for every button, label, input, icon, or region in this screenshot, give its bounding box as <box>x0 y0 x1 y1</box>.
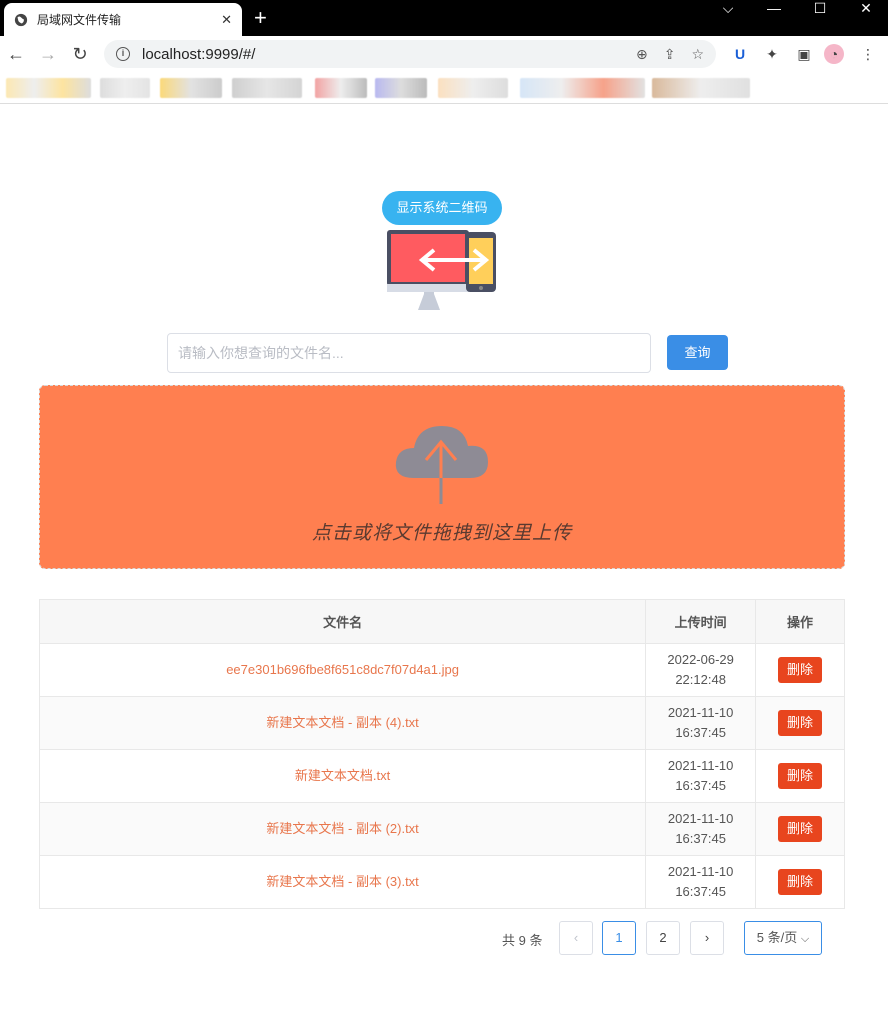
file-name-link[interactable]: ee7e301b696fbe8f651c8dc7f07d4a1.jpg <box>226 662 459 677</box>
password-manager-icon[interactable]: U <box>730 44 750 64</box>
bookmark-item[interactable] <box>160 78 222 98</box>
file-table: 文件名 上传时间 操作 ee7e301b696fbe8f651c8dc7f07d… <box>38 599 845 909</box>
minimize-icon[interactable]: — <box>754 0 794 16</box>
table-row: 新建文本文档 - 副本 (2).txt 2021-11-10 16:37:45 删… <box>38 802 845 856</box>
header-actions: 操作 <box>755 599 845 644</box>
total-count: 共 9 条 <box>502 933 543 948</box>
page-size-label: 5 条/页 <box>756 930 798 945</box>
prev-page-button[interactable]: ‹ <box>559 921 593 955</box>
side-panel-icon[interactable]: ▣ <box>794 44 814 64</box>
file-name-link[interactable]: 新建文本文档 - 副本 (4).txt <box>266 715 418 730</box>
tab-close-icon[interactable]: ✕ <box>221 12 232 28</box>
upload-time-cell: 2021-11-10 16:37:45 <box>645 802 757 856</box>
file-name-link[interactable]: 新建文本文档 - 副本 (3).txt <box>266 874 418 889</box>
site-info-icon[interactable]: i <box>116 47 130 61</box>
tab-search-icon[interactable]: ⌵ <box>708 0 748 16</box>
page-1-button[interactable]: 1 <box>602 921 636 955</box>
browser-tab[interactable]: 局域网文件传输 ✕ <box>4 3 242 36</box>
pagination: 共 9 条 ‹ 1 2 › 5 条/页 ⌵ <box>0 921 888 957</box>
profile-avatar[interactable]: ◔ <box>824 44 844 64</box>
window-close-icon[interactable]: ✕ <box>846 0 886 16</box>
upload-time-cell: 2021-11-10 16:37:45 <box>645 749 757 803</box>
header-filename[interactable]: 文件名 <box>38 599 647 644</box>
table-row: 新建文本文档 - 副本 (4).txt 2021-11-10 16:37:45 删… <box>38 696 845 750</box>
bookmark-item[interactable] <box>652 78 750 98</box>
page-size-select[interactable]: 5 条/页 ⌵ <box>744 921 822 955</box>
file-name-link[interactable]: 新建文本文档 - 副本 (2).txt <box>266 821 418 836</box>
file-name-link[interactable]: 新建文本文档.txt <box>295 768 390 783</box>
bookmark-item[interactable] <box>100 78 150 98</box>
back-icon[interactable]: ← <box>4 42 28 66</box>
delete-button[interactable]: 删除 <box>778 763 823 789</box>
table-row: 新建文本文档.txt 2021-11-10 16:37:45 删除 <box>38 749 845 803</box>
menu-icon[interactable]: ⋮ <box>858 44 878 64</box>
next-page-button[interactable]: › <box>690 921 724 955</box>
header-upload-time[interactable]: 上传时间 <box>645 599 757 644</box>
bookmark-item[interactable] <box>315 78 367 98</box>
table-row: ee7e301b696fbe8f651c8dc7f07d4a1.jpg 2022… <box>38 643 845 697</box>
browser-titlebar: 局域网文件传输 ✕ + ⌵ — ☐ ✕ <box>0 0 888 36</box>
file-transfer-logo <box>387 230 496 310</box>
bookmark-item[interactable] <box>6 78 91 98</box>
bookmark-item[interactable] <box>438 78 508 98</box>
zoom-icon[interactable]: ⊕ <box>636 46 648 63</box>
delete-button[interactable]: 删除 <box>778 816 823 842</box>
show-qr-code-button[interactable]: 显示系统二维码 <box>382 191 502 225</box>
upload-time-cell: 2021-11-10 16:37:45 <box>645 855 757 909</box>
bookmarks-bar <box>0 72 888 104</box>
chevron-down-icon: ⌵ <box>800 933 810 945</box>
new-tab-icon[interactable]: + <box>254 6 267 30</box>
search-input[interactable] <box>167 333 651 373</box>
address-bar[interactable]: i localhost:9999/#/ ⊕ ⇪ ☆ <box>104 40 716 68</box>
bookmark-item[interactable] <box>375 78 427 98</box>
delete-button[interactable]: 删除 <box>778 869 823 895</box>
upload-time-cell: 2022-06-29 22:12:48 <box>645 643 757 697</box>
reload-icon[interactable]: ↻ <box>68 42 92 66</box>
share-icon[interactable]: ⇪ <box>664 46 676 63</box>
query-button[interactable]: 查询 <box>667 335 728 370</box>
upload-hint-text: 点击或将文件拖拽到这里上传 <box>311 523 572 544</box>
browser-toolbar: ← → ↻ i localhost:9999/#/ ⊕ ⇪ ☆ U ✦ ▣ ◔ … <box>0 36 888 72</box>
upload-dropzone[interactable]: 点击或将文件拖拽到这里上传 <box>39 385 845 569</box>
bookmark-item[interactable] <box>232 78 302 98</box>
table-header-row: 文件名 上传时间 操作 <box>38 599 845 644</box>
bookmark-star-icon[interactable]: ☆ <box>691 46 704 63</box>
delete-button[interactable]: 删除 <box>778 710 823 736</box>
table-row: 新建文本文档 - 副本 (3).txt 2021-11-10 16:37:45 删… <box>38 855 845 909</box>
globe-icon <box>14 13 28 26</box>
tab-title: 局域网文件传输 <box>37 13 122 27</box>
maximize-icon[interactable]: ☐ <box>800 0 840 16</box>
extensions-icon[interactable]: ✦ <box>762 44 782 64</box>
page-2-button[interactable]: 2 <box>646 921 680 955</box>
forward-icon[interactable]: → <box>36 42 60 66</box>
url-text: localhost:9999/#/ <box>142 45 256 63</box>
cloud-upload-icon <box>395 426 488 504</box>
delete-button[interactable]: 删除 <box>778 657 823 683</box>
bookmark-item[interactable] <box>520 78 645 98</box>
upload-time-cell: 2021-11-10 16:37:45 <box>645 696 757 750</box>
